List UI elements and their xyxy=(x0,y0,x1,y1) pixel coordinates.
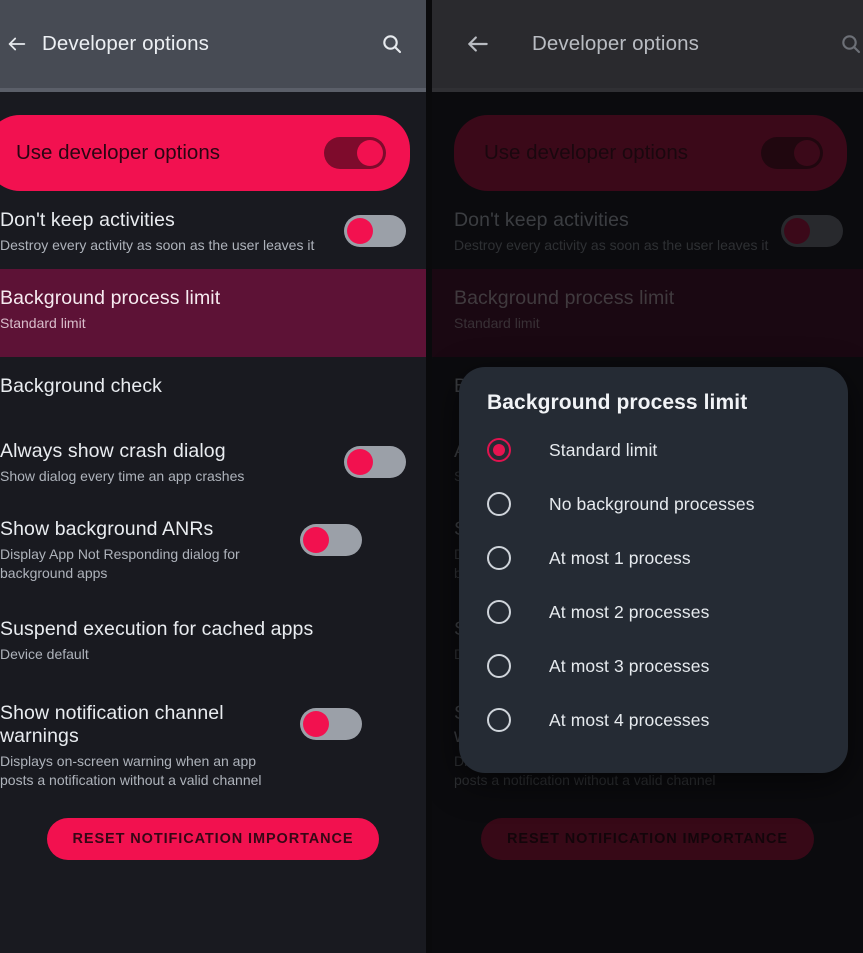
reset-notification-importance-button[interactable]: RESET NOTIFICATION IMPORTANCE xyxy=(46,818,380,861)
radio-option-no-background-processes[interactable]: No background processes xyxy=(459,477,848,531)
row-text: Background process limit Standard limit xyxy=(0,287,406,333)
show-background-anrs-toggle[interactable] xyxy=(300,523,362,556)
row-text: Always show crash dialog Show dialog eve… xyxy=(0,440,344,486)
radio-option-label: Standard limit xyxy=(549,439,658,460)
back-arrow-icon[interactable] xyxy=(6,24,28,64)
row-text: Suspend execution for cached apps Device… xyxy=(0,618,406,664)
radio-option-standard-limit[interactable]: Standard limit xyxy=(459,423,848,477)
row-text: Show background ANRs Display App Not Res… xyxy=(0,518,300,583)
radio-option-at-most-4-processes[interactable]: At most 4 processes xyxy=(459,693,848,747)
toggle-knob xyxy=(303,711,329,738)
radio-option-at-most-3-processes[interactable]: At most 3 processes xyxy=(459,639,848,693)
toggle-knob xyxy=(303,526,329,553)
radio-button-icon[interactable] xyxy=(487,654,511,678)
row-subtitle: Displays on-screen warning when an app p… xyxy=(0,753,262,789)
row-title: Show background ANRs xyxy=(0,517,214,540)
back-arrow-icon[interactable] xyxy=(458,24,498,64)
radio-option-label: No background processes xyxy=(549,493,755,514)
always-show-crash-dialog-toggle[interactable] xyxy=(344,445,406,478)
reset-button-row: RESET NOTIFICATION IMPORTANCE xyxy=(0,804,426,870)
dont-keep-activities-toggle[interactable] xyxy=(344,215,406,247)
table-row[interactable]: Show background ANRs Display App Not Res… xyxy=(0,500,426,597)
radio-button-icon[interactable] xyxy=(487,546,511,570)
radio-button-icon[interactable] xyxy=(487,492,511,516)
settings-list-right: Use developer options Don't keep activit… xyxy=(432,92,863,953)
settings-list-left: Use developer options Don't keep activit… xyxy=(0,92,426,953)
table-row[interactable]: Suspend execution for cached apps Device… xyxy=(0,596,426,678)
row-subtitle: Show dialog every time an app crashes xyxy=(0,467,245,484)
radio-option-label: At most 1 process xyxy=(549,547,691,568)
radio-option-label: At most 2 processes xyxy=(549,601,710,622)
toggle-knob xyxy=(357,140,383,166)
radio-button-icon[interactable] xyxy=(487,600,511,624)
row-title: Always show crash dialog xyxy=(0,439,226,462)
row-subtitle: Display App Not Responding dialog for ba… xyxy=(0,545,240,581)
radio-button-icon[interactable] xyxy=(487,708,511,732)
page-title: Developer options xyxy=(42,32,209,55)
banner-label: Use developer options xyxy=(16,141,220,164)
app-bar-left: Developer options xyxy=(0,0,426,88)
right-phone-panel: Developer options Use developer options … xyxy=(432,0,863,953)
dual-panel-screenshot: Developer options Use developer options xyxy=(0,0,863,953)
toggle-knob xyxy=(347,448,373,475)
table-row[interactable]: Background process limit Standard limit xyxy=(0,268,426,357)
table-row[interactable]: Show notification channel warnings Displ… xyxy=(0,678,426,804)
page-title: Developer options xyxy=(532,32,699,55)
search-icon[interactable] xyxy=(372,24,412,64)
radio-option-at-most-2-processes[interactable]: At most 2 processes xyxy=(459,585,848,639)
dialog-title: Background process limit xyxy=(487,391,748,414)
row-text: Don't keep activities Destroy every acti… xyxy=(0,209,344,255)
background-process-limit-dialog: Background process limit Standard limit … xyxy=(459,367,848,773)
row-text: Background check xyxy=(0,375,406,398)
row-title: Background check xyxy=(0,374,163,397)
search-icon[interactable] xyxy=(831,24,863,64)
row-title: Background process limit xyxy=(0,286,221,309)
radio-button-icon[interactable] xyxy=(487,438,511,462)
row-subtitle: Destroy every activity as soon as the us… xyxy=(0,237,315,253)
row-subtitle: Standard limit xyxy=(0,314,86,331)
radio-option-at-most-1-process[interactable]: At most 1 process xyxy=(459,531,848,585)
row-text: Show notification channel warnings Displ… xyxy=(0,702,300,790)
radio-option-label: At most 4 processes xyxy=(549,709,710,730)
row-subtitle: Device default xyxy=(0,646,89,663)
table-row[interactable]: Background check xyxy=(0,357,426,422)
use-developer-options-toggle[interactable] xyxy=(324,137,386,169)
app-bar-right: Developer options xyxy=(432,0,863,88)
toggle-knob xyxy=(347,218,373,244)
row-title: Don't keep activities xyxy=(0,209,175,231)
left-phone-panel: Developer options Use developer options xyxy=(0,0,426,953)
show-notification-channel-warnings-toggle[interactable] xyxy=(300,708,362,741)
table-row[interactable]: Always show crash dialog Show dialog eve… xyxy=(0,422,426,500)
use-developer-options-banner[interactable]: Use developer options xyxy=(0,115,410,191)
table-row[interactable]: Don't keep activities Destroy every acti… xyxy=(0,191,426,269)
row-title: Suspend execution for cached apps xyxy=(0,618,314,641)
radio-option-label: At most 3 processes xyxy=(549,655,710,676)
row-title: Show notification channel warnings xyxy=(0,702,224,748)
